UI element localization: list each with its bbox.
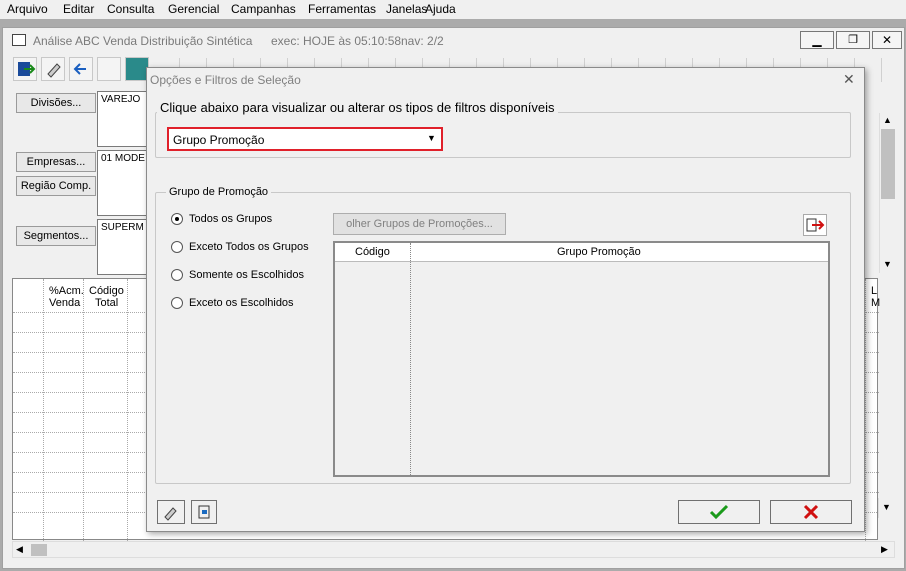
close-child-button[interactable]: ✕ (872, 31, 902, 49)
col-acm-venda-b: Venda (49, 297, 81, 309)
ok-button[interactable] (678, 500, 760, 524)
filter-type-group-title: Clique abaixo para visualizar ou alterar… (157, 100, 558, 115)
filter-type-dropdown[interactable]: Grupo Promoção ▼ (167, 127, 443, 151)
menu-editar[interactable]: Editar (63, 2, 94, 16)
menu-campanhas[interactable]: Campanhas (231, 2, 296, 16)
empresas-button[interactable]: Empresas... (16, 152, 96, 172)
promo-group-title: Grupo de Promoção (166, 186, 272, 198)
refresh-icon[interactable] (97, 57, 121, 81)
eraser-icon[interactable] (41, 57, 65, 81)
dialog-close-button[interactable]: ✕ (843, 71, 855, 88)
window-icon (12, 34, 26, 46)
radio-exceto-escolhidos[interactable]: Exceto os Escolhidos (171, 297, 294, 309)
empresas-box: 01 MODE (97, 150, 149, 216)
menu-ferramentas[interactable]: Ferramentas (308, 2, 376, 16)
menu-janelas[interactable]: Janelas (386, 2, 427, 16)
menu-ajuda[interactable]: Ajuda (425, 2, 456, 16)
cancel-button[interactable] (770, 500, 852, 524)
radio-somente[interactable]: Somente os Escolhidos (171, 269, 304, 281)
choose-groups-button[interactable]: olher Grupos de Promoções... (333, 213, 506, 235)
horizontal-scrollbar[interactable]: ◀ ▶ (12, 541, 895, 558)
menu-bar: Arquivo Editar Consulta Gerencial Campan… (0, 0, 906, 19)
radio-exceto-todos[interactable]: Exceto Todos os Grupos (171, 241, 309, 253)
child-title-bar: Análise ABC Venda Distribuição Sintética… (3, 28, 904, 54)
filter-dialog: Opções e Filtros de Seleção ✕ Clique aba… (146, 67, 865, 532)
menu-consulta[interactable]: Consulta (107, 2, 154, 16)
dialog-title: Opções e Filtros de Seleção (150, 73, 301, 87)
header-grupo-promocao[interactable]: Grupo Promoção (557, 246, 641, 258)
radio-todos[interactable]: Todos os Grupos (171, 213, 272, 225)
segmentos-button[interactable]: Segmentos... (16, 226, 96, 246)
col-codigo-total: Código (89, 285, 124, 297)
menu-arquivo[interactable]: Arquivo (7, 2, 48, 16)
back-arrow-icon[interactable] (69, 57, 93, 81)
copy-icon[interactable] (191, 500, 217, 524)
divisoes-button[interactable]: Divisões... (16, 93, 96, 113)
col-acm-venda: %Acm. (49, 285, 84, 297)
col-codigo-total-b: Total (95, 297, 119, 309)
export-icon[interactable] (803, 214, 827, 236)
exit-icon[interactable] (13, 57, 37, 81)
exec-time: exec: HOJE às 05:10:58 (271, 34, 402, 48)
regiao-button[interactable]: Região Comp. (16, 176, 96, 196)
header-codigo[interactable]: Código (355, 246, 390, 258)
restore-button[interactable]: ❐ (836, 31, 870, 49)
col-right-b: M (871, 297, 881, 309)
menu-gerencial[interactable]: Gerencial (168, 2, 219, 16)
clear-icon[interactable] (157, 500, 185, 524)
grid-scroll-down[interactable]: ▼ (878, 498, 895, 518)
dropdown-value: Grupo Promoção (173, 133, 265, 147)
upper-scrollbar[interactable]: ▲ ▼ (879, 113, 896, 273)
child-title: Análise ABC Venda Distribuição Sintética (33, 34, 253, 48)
col-right: L (871, 285, 878, 297)
minimize-button[interactable]: ▁ (800, 31, 834, 49)
nav-status: nav: 2/2 (401, 34, 444, 48)
promo-table[interactable]: Código Grupo Promoção (333, 241, 830, 477)
segmentos-box: SUPERM (97, 219, 149, 275)
chevron-down-icon: ▼ (427, 133, 436, 143)
divisoes-box: VAREJO (97, 91, 149, 147)
